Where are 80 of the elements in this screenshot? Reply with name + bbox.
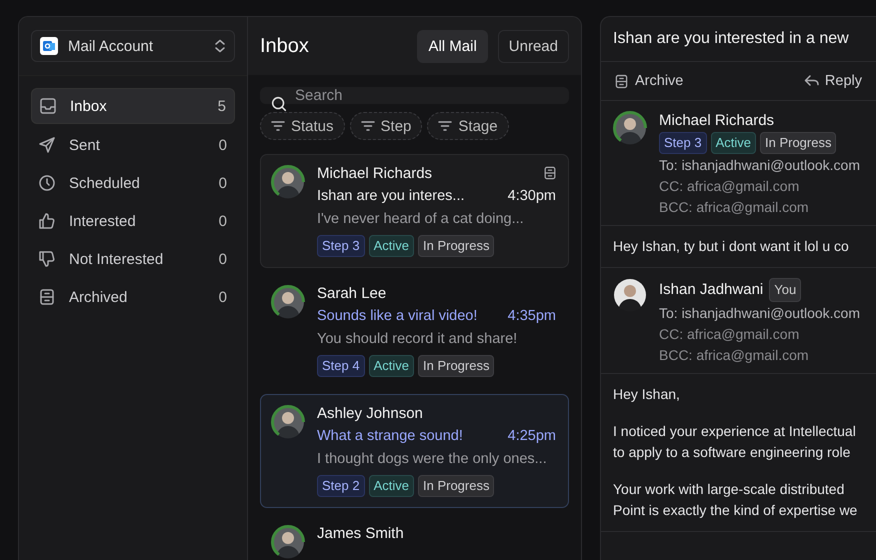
tag: Active bbox=[368, 475, 414, 497]
search-field[interactable]: Search bbox=[260, 87, 569, 104]
you-badge: You bbox=[769, 278, 802, 302]
message-text: Point is exactly the kind of expertise we bbox=[613, 501, 858, 520]
mail-time: 4:25pm bbox=[508, 427, 556, 446]
thumbs-down-icon bbox=[37, 249, 57, 269]
mail-preview: I've never heard of a cat doing... bbox=[317, 210, 525, 229]
filter-icon bbox=[438, 120, 452, 132]
sender-name: Ashley Johnson bbox=[317, 405, 423, 423]
mail-app-icon bbox=[40, 37, 58, 55]
mail-subject: Ishan are you interested in a new bbox=[601, 17, 876, 62]
inbox-icon bbox=[38, 96, 58, 116]
filter-tab[interactable]: Unread bbox=[498, 30, 569, 62]
nav-item[interactable]: Not Interested 0 bbox=[31, 242, 235, 276]
mail-card[interactable]: Michael Richards Ishan are you interes... 4:30pm I've never heard of a cat doing... Step 3 Active In Progress bbox=[260, 154, 569, 268]
cc-address: CC: africa@gmail.com bbox=[659, 325, 800, 344]
list-title: Inbox bbox=[260, 34, 310, 58]
mail-time: 4:30pm bbox=[508, 187, 556, 206]
clock-icon bbox=[37, 173, 57, 193]
filter-chip[interactable]: Stage bbox=[427, 112, 509, 140]
mail-subject: Ishan are you interes... bbox=[317, 187, 464, 206]
tag: In Progress bbox=[418, 355, 494, 377]
tag: Active bbox=[368, 235, 414, 257]
filter-tab[interactable]: All Mail bbox=[417, 30, 488, 62]
count: 0 bbox=[218, 136, 227, 154]
sender-name: James Smith bbox=[317, 525, 404, 543]
nav-item[interactable]: Inbox 5 bbox=[31, 88, 235, 124]
sender-name: Michael Richards bbox=[317, 165, 432, 183]
cc-address: CC: africa@gmail.com bbox=[659, 177, 800, 196]
mail-card[interactable]: Sarah Lee Sounds like a viral video! 4:35pm You should record it and share! Step 4 Active In Progress bbox=[260, 274, 569, 388]
mail-card[interactable]: James Smith bbox=[260, 514, 569, 560]
tag: In Progress bbox=[418, 235, 494, 257]
mail-subject: Sounds like a viral video! bbox=[317, 307, 478, 326]
send-icon bbox=[37, 135, 57, 155]
message-text: I noticed your experience at Intellectual bbox=[613, 422, 857, 441]
count: 0 bbox=[218, 174, 227, 192]
account-selector[interactable]: Mail Account bbox=[31, 30, 235, 62]
message-text: Your work with large-scale distributed bbox=[613, 480, 846, 499]
thumbs-up-icon bbox=[37, 211, 57, 231]
mail-preview: I thought dogs were the only ones... bbox=[317, 450, 548, 469]
bcc-address: BCC: africa@gmail.com bbox=[659, 346, 810, 365]
archive-icon[interactable] bbox=[542, 165, 558, 181]
tag: Step 3 bbox=[659, 132, 707, 154]
tag: Active bbox=[368, 355, 414, 377]
message-text: to apply to a software engineering role bbox=[613, 443, 852, 462]
nav-item[interactable]: Sent 0 bbox=[31, 128, 235, 162]
mail-card[interactable]: Ashley Johnson What a strange sound! 4:25pm I thought dogs were the only ones... Step 2 Active In Progress bbox=[260, 394, 569, 508]
nav-item[interactable]: Interested 0 bbox=[31, 204, 235, 238]
reply-button[interactable]: Reply bbox=[804, 73, 862, 89]
reply-icon bbox=[804, 74, 820, 88]
mail-preview: You should record it and share! bbox=[317, 330, 518, 349]
tag: Active bbox=[710, 132, 756, 154]
to-address: To: ishanjadhwani@outlook.com bbox=[659, 156, 860, 175]
chevron-updown-icon bbox=[214, 39, 226, 53]
filter-icon bbox=[360, 120, 375, 132]
count: 0 bbox=[218, 288, 227, 306]
to-address: To: ishanjadhwani@outlook.com bbox=[659, 304, 860, 323]
filter-chip[interactable]: Step bbox=[350, 112, 422, 140]
nav-item[interactable]: Scheduled 0 bbox=[31, 166, 235, 200]
archive-button[interactable]: Archive bbox=[613, 72, 684, 90]
archive-icon bbox=[613, 72, 630, 90]
count: 5 bbox=[218, 98, 226, 114]
tag: Step 2 bbox=[317, 475, 365, 497]
count: 0 bbox=[218, 212, 227, 230]
message-text: Hey Ishan, ty but i dont want it lol u co bbox=[613, 237, 850, 256]
bcc-address: BCC: africa@gmail.com bbox=[659, 198, 810, 217]
sender-name: Sarah Lee bbox=[317, 285, 386, 303]
sender-name: Ishan Jadhwani bbox=[659, 280, 764, 300]
tag: In Progress bbox=[760, 132, 836, 154]
tag: Step 4 bbox=[317, 355, 365, 377]
tag: In Progress bbox=[418, 475, 494, 497]
filter-chip[interactable]: Status bbox=[260, 112, 345, 140]
message-text: Hey Ishan, bbox=[613, 385, 681, 404]
mail-subject: What a strange sound! bbox=[317, 427, 463, 446]
filter-icon bbox=[271, 120, 285, 132]
tag: Step 3 bbox=[317, 235, 365, 257]
sender-name: Michael Richards bbox=[659, 111, 774, 131]
mail-time: 4:35pm bbox=[508, 307, 556, 326]
count: 0 bbox=[218, 250, 227, 268]
nav-item[interactable]: Archived 0 bbox=[31, 280, 235, 314]
